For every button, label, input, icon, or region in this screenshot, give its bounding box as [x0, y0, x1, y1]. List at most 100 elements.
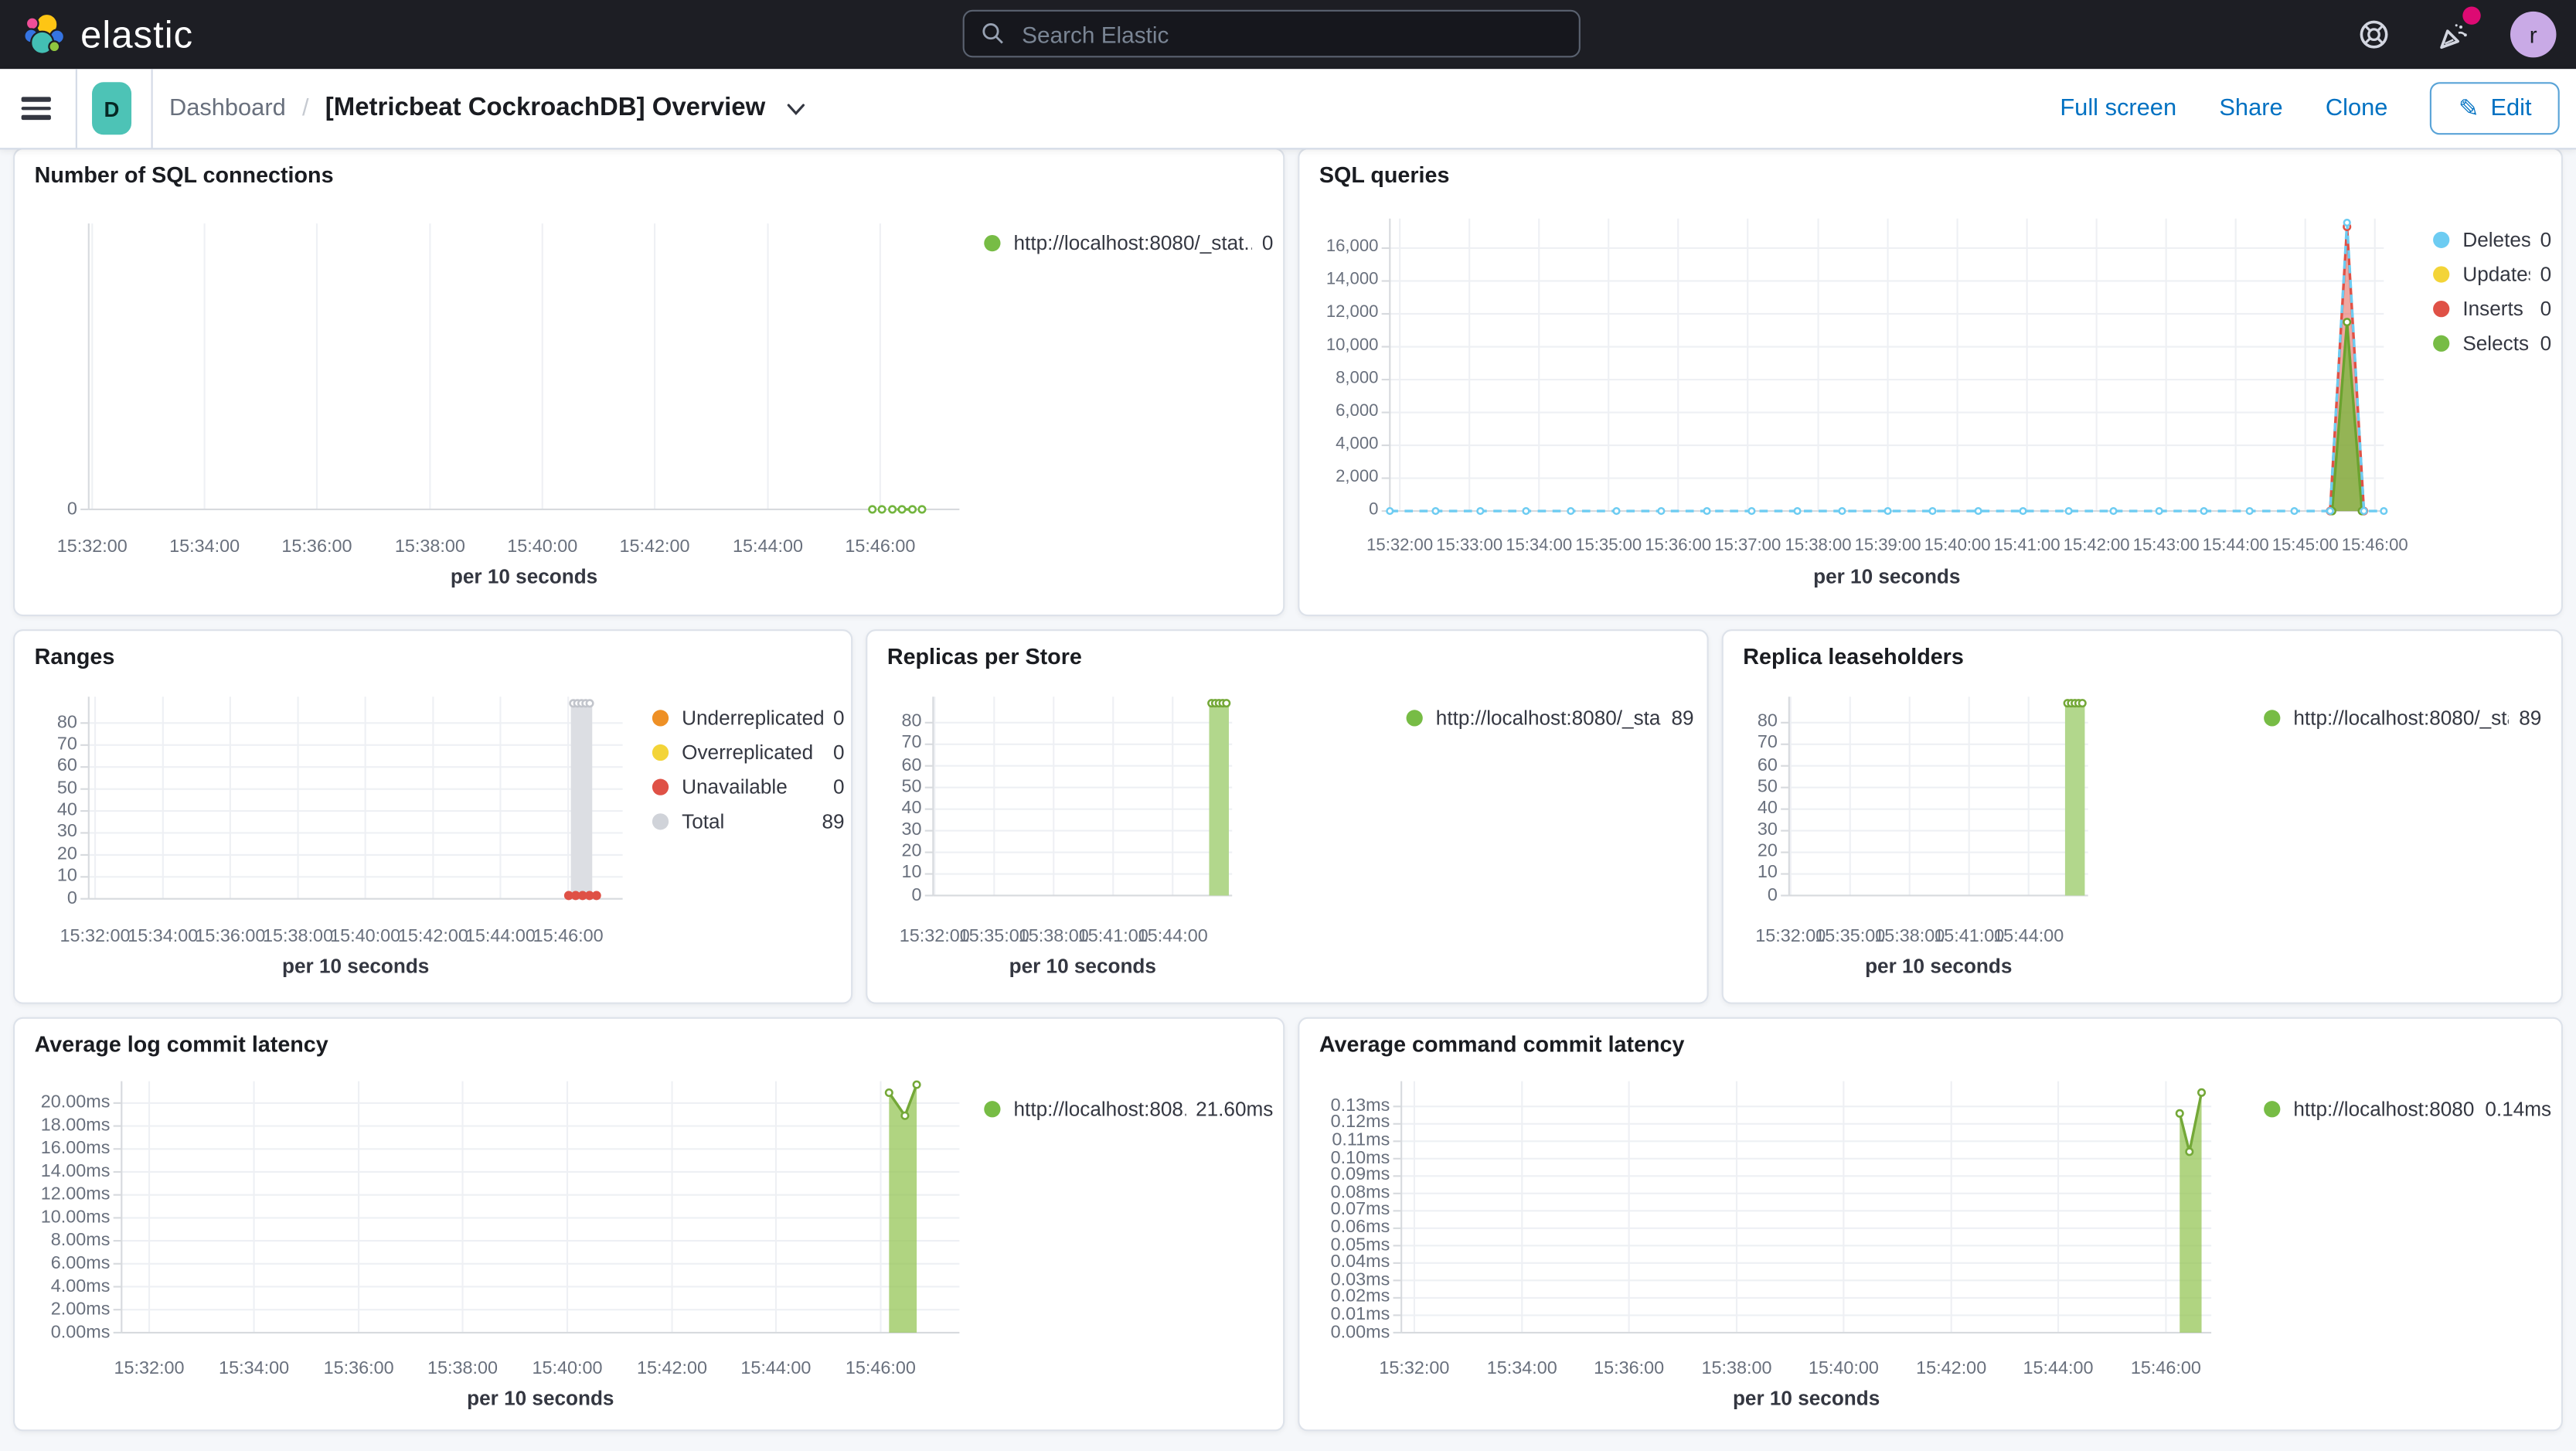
y-tick-label: 0.11ms	[1332, 1130, 1390, 1150]
legend-dot-icon	[2433, 300, 2450, 318]
legend-dot-icon	[652, 744, 669, 761]
avatar-initial: r	[2529, 21, 2537, 48]
x-tick-label: 15:38:00	[394, 537, 465, 557]
legend-dot-icon	[2264, 710, 2281, 727]
legend-label: Inserts	[2462, 297, 2523, 321]
chevron-down-icon[interactable]	[785, 101, 807, 116]
menu-icon[interactable]	[21, 94, 51, 123]
y-tick-label: 50	[1757, 776, 1778, 797]
chart-log-commit-latency: 0.00ms 2.00ms 4.00ms 6.00ms 8.00ms 10.00ms 12.…	[15, 1019, 1283, 1429]
y-tick-label: 80	[56, 712, 77, 733]
legend-item[interactable]: Inserts 0	[2433, 294, 2551, 323]
x-axis-title: per 10 seconds	[282, 954, 430, 978]
panel-replicas-per-store: Replicas per Store 0 10 20 30 40 50 60 70 80 15:3…	[866, 629, 1709, 1004]
page-title: [Metricbeat CockroachDB] Overview	[325, 94, 766, 122]
search-input[interactable]	[1018, 19, 1563, 49]
x-tick-label: 15:44:00	[732, 537, 804, 557]
dashboard-grid: Number of SQL connections 0 15:32:00 15:34…	[0, 148, 2576, 1451]
legend-item[interactable]: http://localhost:8080... 0.14ms	[2264, 1095, 2551, 1124]
legend-item[interactable]: Deletes 0	[2433, 225, 2551, 254]
x-axis-title: per 10 seconds	[1009, 954, 1156, 978]
chart-canvas[interactable]	[867, 631, 1707, 1002]
breadcrumb-dashboard-link[interactable]: Dashboard	[169, 95, 286, 121]
news-feed-icon[interactable]	[2431, 6, 2481, 56]
legend-item[interactable]: Overreplicated 0	[652, 737, 845, 767]
legend-value: 0	[2540, 228, 2552, 252]
x-axis-title: per 10 seconds	[1732, 1387, 1880, 1410]
legend-item[interactable]: http://localhost:8080/_sta... 89	[1406, 703, 1694, 733]
y-tick-label: 6.00ms	[50, 1252, 111, 1273]
y-tick-label: 4,000	[1336, 434, 1379, 453]
edit-button[interactable]: ✎ Edit	[2430, 82, 2560, 135]
x-axis-title: per 10 seconds	[1813, 565, 1961, 588]
y-tick-label: 0.12ms	[1330, 1112, 1390, 1133]
x-tick-label: 15:34:00	[219, 1358, 290, 1379]
nav-divider	[75, 69, 77, 148]
legend-item[interactable]: Unavailable 0	[652, 772, 845, 802]
x-tick-label: 15:36:00	[1645, 537, 1712, 556]
y-tick-label: 4.00ms	[50, 1276, 111, 1296]
y-tick-label: 60	[901, 754, 922, 775]
x-tick-label: 15:44:00	[1993, 926, 2064, 947]
legend-item[interactable]: http://localhost:8080/_stat... 0	[984, 228, 1273, 257]
y-tick-label: 14,000	[1325, 270, 1379, 289]
x-tick-label: 15:39:00	[1854, 537, 1921, 556]
x-tick-label: 15:44:00	[2202, 537, 2269, 556]
app-window: elastic Search Elastic r D Dashboard / […	[0, 0, 2576, 1451]
legend-dot-icon	[984, 1101, 1001, 1118]
help-icon[interactable]	[2353, 13, 2395, 56]
y-tick-label: 40	[56, 800, 77, 820]
legend-dot-icon	[2264, 1101, 2281, 1118]
y-tick-label: 0.00ms	[50, 1322, 111, 1342]
legend-item[interactable]: Updates 0	[2433, 260, 2551, 289]
y-tick-label: 20	[56, 844, 77, 864]
x-tick-label: 15:46:00	[845, 537, 916, 557]
full-screen-button[interactable]: Full screen	[2060, 95, 2176, 121]
brand-wordmark: elastic	[80, 12, 194, 56]
y-tick-label: 0.01ms	[1330, 1304, 1390, 1325]
y-tick-label: 10	[901, 863, 922, 884]
legend-value: 0	[2540, 297, 2552, 321]
clone-button[interactable]: Clone	[2326, 95, 2388, 121]
panel-log-commit-latency: Average log commit latency 0.00ms 2.00ms 4…	[13, 1017, 1285, 1432]
y-tick-label: 2.00ms	[50, 1299, 111, 1319]
notification-badge	[2462, 6, 2481, 25]
chart-legend: http://localhost:8080/_sta... 89	[2264, 703, 2541, 738]
chart-canvas[interactable]	[1724, 631, 2561, 1002]
x-tick-label: 15:34:00	[169, 537, 240, 557]
search-icon	[982, 23, 1003, 44]
chart-legend: http://localhost:8080... 0.14ms	[2264, 1095, 2551, 1129]
legend-label: Updates	[2462, 263, 2530, 286]
user-avatar[interactable]: r	[2510, 11, 2557, 58]
space-avatar[interactable]: D	[92, 82, 132, 135]
chart-command-commit-latency: 0.00ms 0.01ms 0.02ms 0.03ms 0.04ms 0.05ms 0.06…	[1299, 1019, 2561, 1429]
y-tick-label: 0	[911, 884, 922, 905]
y-tick-label: 0.02ms	[1330, 1287, 1390, 1307]
panel-title: Replicas per Store	[886, 644, 1082, 669]
y-tick-label: 0.04ms	[1330, 1252, 1390, 1272]
legend-item[interactable]: Selects 0	[2433, 329, 2551, 358]
legend-item[interactable]: http://localhost:808... 21.60ms	[984, 1095, 1273, 1124]
legend-value: 89	[1671, 707, 1694, 730]
y-tick-label: 8.00ms	[50, 1230, 111, 1250]
legend-value: 0	[2540, 332, 2552, 356]
legend-value: 0.14ms	[2485, 1097, 2552, 1121]
legend-dot-icon	[652, 710, 669, 727]
global-search[interactable]	[962, 9, 1581, 58]
legend-value: 0	[1261, 231, 1274, 255]
legend-label: http://localhost:8080/_sta...	[1435, 707, 1662, 730]
share-button[interactable]: Share	[2219, 95, 2282, 121]
legend-item[interactable]: Total 89	[652, 807, 845, 836]
y-tick-label: 2,000	[1336, 467, 1379, 486]
elastic-brand[interactable]: elastic	[23, 12, 193, 56]
chart-replicas-per-store: 0 10 20 30 40 50 60 70 80 15:32:00 15:35:00 15:38:0…	[867, 631, 1707, 1002]
panel-title: Average log commit latency	[34, 1031, 328, 1057]
x-tick-label: 15:37:00	[1714, 537, 1781, 556]
x-tick-label: 15:40:00	[330, 926, 401, 947]
legend-dot-icon	[1406, 710, 1423, 727]
legend-item[interactable]: http://localhost:8080/_sta... 89	[2264, 703, 2541, 733]
legend-item[interactable]: Underreplicated 0	[652, 703, 845, 733]
y-tick-label: 16.00ms	[40, 1138, 111, 1158]
pencil-icon: ✎	[2458, 95, 2479, 124]
x-tick-label: 15:41:00	[1993, 537, 2060, 556]
